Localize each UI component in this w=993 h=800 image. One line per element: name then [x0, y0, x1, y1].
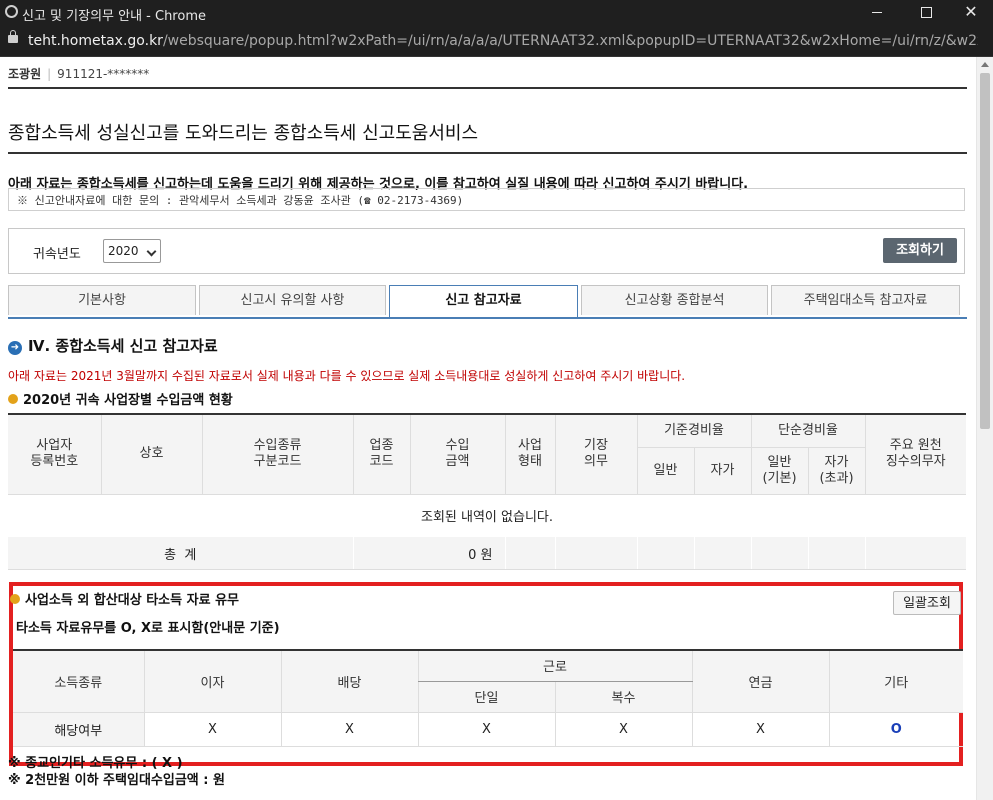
contact-info: ※ 신고안내자료에 대한 문의 : 관악세무서 소득세과 강동윤 조사관 (☎ … — [8, 188, 965, 211]
value-dividend: X — [280, 712, 418, 747]
bulk-query-button[interactable]: 일괄조회 — [893, 591, 961, 615]
lock-icon — [8, 30, 18, 43]
total-label: 총 계 — [8, 537, 353, 570]
total-cell — [636, 537, 694, 570]
other-income-title: 사업소득 외 합산대상 타소득 자료 유무 — [10, 589, 239, 608]
header-industry-code: 업종 코드 — [352, 413, 410, 495]
tab-reference[interactable]: 신고 참고자료 — [389, 285, 578, 318]
header-trade-name: 상호 — [100, 413, 202, 495]
tab-bar: 기본사항 신고시 유의할 사항 신고 참고자료 신고상황 종합분석 주택임대소득… — [8, 285, 967, 318]
url-path: /websquare/popup.html?w2xPath=/ui/rn/a/a… — [162, 33, 978, 49]
header-withholder: 주요 원천 징수의무자 — [864, 413, 966, 495]
header-simple-expense-rate: 단순경비율 — [750, 413, 865, 448]
user-rrn: 911121-******* — [57, 67, 150, 81]
window-title-bar: 신고 및 기장의무 안내 - Chrome ✕ — [0, 0, 993, 26]
maximize-icon — [920, 6, 932, 18]
vertical-scrollbar[interactable] — [976, 57, 993, 800]
subsection-title-text: 2020년 귀속 사업장별 수입금액 현황 — [23, 393, 233, 408]
header-reg-no: 사업자 등록번호 — [8, 413, 101, 495]
user-name: 조광원 — [8, 67, 42, 81]
header-other: 기타 — [828, 649, 963, 713]
total-cell — [693, 537, 751, 570]
chevron-down-icon — [146, 246, 157, 257]
bullet-icon — [8, 394, 18, 404]
subsection-title: 2020년 귀속 사업장별 수입금액 현황 — [8, 389, 233, 408]
total-amount: 0 원 — [352, 537, 505, 570]
tab-underline — [8, 317, 967, 319]
header-labor: 근로 — [417, 649, 692, 682]
section-title-text: Ⅳ. 종합소득세 신고 참고자료 — [28, 337, 218, 355]
minimize-button[interactable] — [854, 0, 900, 26]
empty-message: 조회된 내역이 없습니다. — [421, 510, 553, 526]
header-biz-form: 사업 형태 — [504, 413, 555, 495]
header-labor-multi: 복수 — [554, 681, 692, 713]
header-labor-single: 단일 — [417, 681, 555, 713]
header-simple-general: 일반 (기본) — [750, 447, 808, 495]
header-revenue: 수입 금액 — [409, 413, 505, 495]
header-std-general: 일반 — [636, 447, 694, 495]
total-cell — [807, 537, 865, 570]
year-label: 귀속년도 — [33, 247, 81, 262]
value-labor-single: X — [417, 712, 555, 747]
divider: | — [47, 67, 52, 81]
total-cell — [750, 537, 808, 570]
header-std-self: 자가 — [693, 447, 751, 495]
header-bookkeeping: 기장 의무 — [554, 413, 637, 495]
value-pension: X — [691, 712, 829, 747]
divider — [8, 152, 967, 154]
divider — [8, 87, 967, 89]
tab-basic[interactable]: 기본사항 — [8, 285, 196, 315]
business-revenue-table: 사업자 등록번호 상호 수입종류 구분코드 업종 코드 수입 금액 사업 형태 … — [8, 413, 966, 570]
scroll-up-arrow-icon[interactable] — [981, 62, 989, 67]
total-cell — [504, 537, 555, 570]
close-icon: ✕ — [964, 2, 978, 21]
maximize-button[interactable] — [903, 0, 949, 26]
other-income-subtitle: 타소득 자료유무를 O, X로 표시함(안내문 기준) — [16, 621, 280, 636]
arrow-right-icon: ➜ — [8, 341, 22, 355]
year-select[interactable]: 2020 — [103, 239, 161, 263]
row-label-applicable: 해당여부 — [13, 712, 144, 747]
header-income-kind: 소득종류 — [13, 649, 144, 713]
page-content: 조광원 | 911121-******* 종합소득세 성실신고를 도와드리는 종합소… — [0, 57, 975, 800]
total-cell — [864, 537, 966, 570]
header-interest: 이자 — [143, 649, 281, 713]
header-income-type: 수입종류 구분코드 — [201, 413, 353, 495]
chrome-icon — [5, 5, 18, 18]
value-other[interactable]: O — [828, 712, 963, 747]
header-std-expense-rate: 기준경비율 — [636, 413, 751, 448]
window-title: 신고 및 기장의무 안내 - Chrome — [22, 9, 206, 24]
scrollbar-thumb[interactable] — [980, 73, 990, 429]
close-window-button[interactable]: ✕ — [948, 0, 993, 26]
address-bar[interactable]: teht.hometax.go.kr/websquare/popup.html?… — [0, 26, 993, 57]
user-info: 조광원 | 911121-******* — [8, 65, 149, 82]
total-cell — [554, 537, 637, 570]
header-pension: 연금 — [691, 649, 829, 713]
url-host: teht.hometax.go.kr — [28, 33, 163, 49]
rental-income-note: ※ 2천만원 이하 주택임대수입금액 : 원 — [8, 773, 225, 788]
search-panel: 귀속년도 2020 조회하기 — [8, 228, 965, 274]
value-labor-multi: X — [554, 712, 692, 747]
query-button[interactable]: 조회하기 — [883, 238, 957, 263]
warning-text: 아래 자료는 2021년 3월말까지 수집된 자료로서 실제 내용과 다를 수 … — [8, 369, 686, 383]
other-income-title-text: 사업소득 외 합산대상 타소득 자료 유무 — [25, 593, 239, 608]
header-simple-self: 자가 (초과) — [807, 447, 865, 495]
header-dividend: 배당 — [280, 649, 418, 713]
bullet-icon — [10, 594, 20, 604]
page-title: 종합소득세 성실신고를 도와드리는 종합소득세 신고도움서비스 — [8, 123, 479, 144]
tab-rental[interactable]: 주택임대소득 참고자료 — [771, 285, 960, 315]
value-interest: X — [143, 712, 281, 747]
url-text[interactable]: teht.hometax.go.kr/websquare/popup.html?… — [28, 33, 978, 49]
year-select-value: 2020 — [108, 244, 139, 258]
minimize-icon — [872, 11, 882, 13]
section-title: ➜ Ⅳ. 종합소득세 신고 참고자료 — [8, 335, 218, 356]
other-income-table: 소득종류 이자 배당 근로 연금 기타 단일 복수 해당여부 X X X X X… — [13, 649, 963, 747]
tab-analysis[interactable]: 신고상황 종합분석 — [581, 285, 768, 315]
tab-cautions[interactable]: 신고시 유의할 사항 — [199, 285, 386, 315]
